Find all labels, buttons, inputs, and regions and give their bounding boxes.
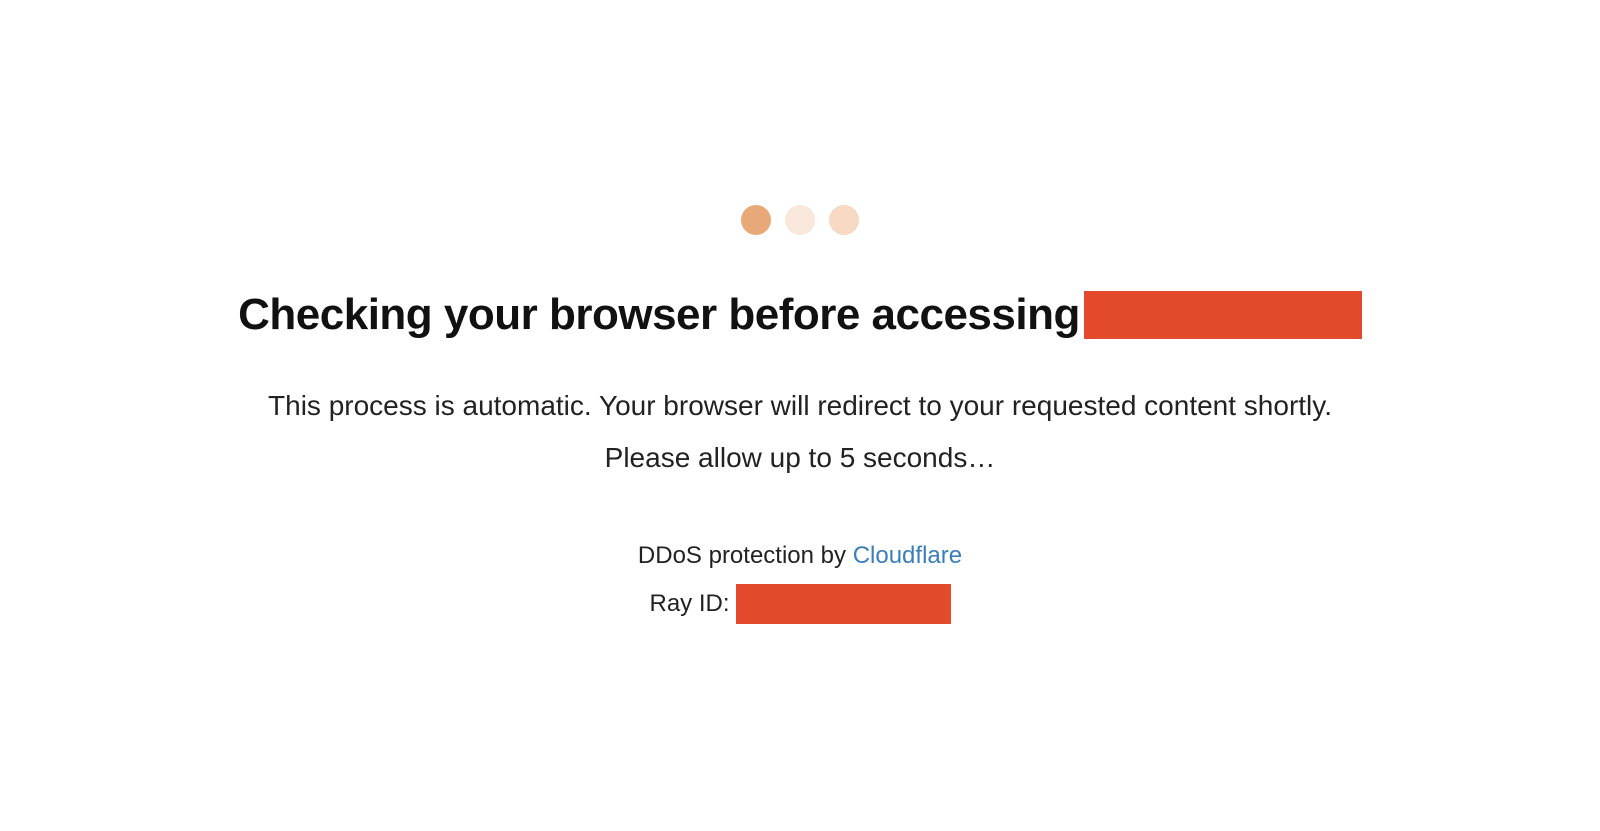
protection-attribution: DDoS protection by Cloudflare [0, 542, 1600, 570]
ray-id-label: Ray ID: [649, 590, 729, 618]
redacted-ray-id [736, 584, 951, 624]
protection-prefix: DDoS protection by [638, 542, 853, 569]
loading-dot-icon [741, 205, 771, 235]
description-line-1: This process is automatic. Your browser … [0, 390, 1600, 422]
interstitial-container: Checking your browser before accessing T… [0, 0, 1600, 624]
cloudflare-link[interactable]: Cloudflare [853, 542, 962, 569]
heading-row: Checking your browser before accessing [0, 290, 1600, 340]
loading-dot-icon [829, 205, 859, 235]
page-heading: Checking your browser before accessing [238, 290, 1080, 340]
description-line-2: Please allow up to 5 seconds… [0, 442, 1600, 474]
loading-dot-icon [785, 205, 815, 235]
redacted-domain [1084, 291, 1362, 339]
ray-id-row: Ray ID: [0, 584, 1600, 624]
loading-indicator [0, 205, 1600, 235]
